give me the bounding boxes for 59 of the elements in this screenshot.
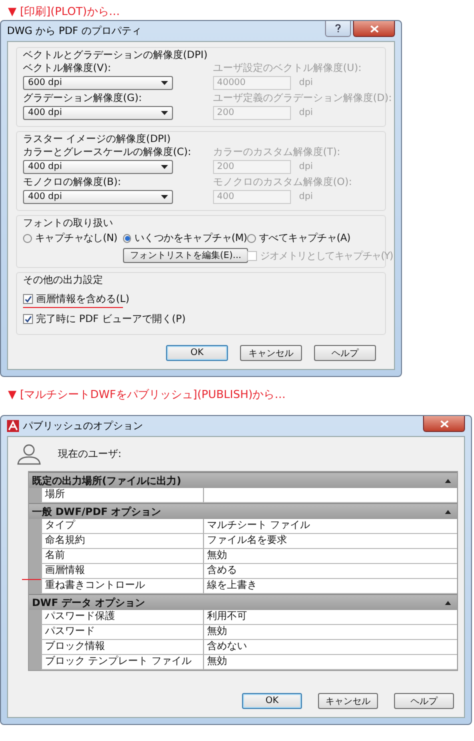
unit-label: dpi	[299, 78, 313, 88]
field-label: カラーとグレースケールの解像度(C):	[23, 147, 192, 159]
category-header[interactable]: 一般 DWF/PDF オプション	[29, 503, 457, 519]
resolution-dropdown[interactable]: 400 dpi	[23, 190, 173, 204]
category-header[interactable]: 既定の出力場所(ファイルに出力)	[29, 472, 457, 488]
property-name: ブロック テンプレート ファイル	[41, 655, 203, 670]
group-title: その他の出力設定	[23, 275, 104, 287]
field-label: ベクトル解像度(V):	[23, 63, 112, 75]
property-value[interactable]: ファイル名を要求	[203, 534, 457, 549]
field-label: モノクロの解像度(B):	[23, 177, 122, 189]
property-value[interactable]: 含めない	[203, 640, 457, 655]
current-user-label: 現在のユーザ:	[58, 448, 122, 461]
window-title: パブリッシュのオプション	[23, 420, 144, 433]
ok-button[interactable]: OK	[242, 693, 302, 709]
checkbox-label: 完了時に PDF ビューアで開く(P)	[36, 312, 186, 326]
edit-font-list-button[interactable]: フォントリストを編集(E)...	[123, 248, 248, 263]
help-button[interactable]: ヘルプ	[394, 693, 454, 709]
unit-label: dpi	[299, 162, 313, 172]
group-title: ラスター イメージの解像度(DPI)	[23, 134, 172, 146]
ok-button[interactable]: OK	[166, 345, 228, 361]
section-caption: ▼ [マルチシートDWFをパブリッシュ](PUBLISH)から…	[7, 387, 287, 403]
property-name: 命名規約	[41, 534, 203, 549]
section-caption: ▼ [印刷](PLOT)から…	[7, 4, 121, 20]
field-label: カラーのカスタム解像度(T):	[213, 147, 342, 159]
property-value[interactable]: 線を上書き	[203, 579, 457, 594]
category-header[interactable]: DWF データ オプション	[29, 594, 457, 610]
resolution-dropdown[interactable]: 400 dpi	[23, 160, 173, 174]
radio-label: キャプチャなし(N)	[35, 232, 118, 245]
checkbox-label: 画層情報を含める(L)	[36, 292, 130, 306]
unit-label: dpi	[299, 192, 313, 202]
property-name: 場所	[41, 488, 203, 503]
resolution-dropdown[interactable]: 400 dpi	[23, 106, 173, 120]
cancel-button[interactable]: キャンセル	[240, 345, 302, 361]
property-value[interactable]: 無効	[203, 625, 457, 640]
property-name: タイプ	[41, 519, 203, 534]
property-value[interactable]: マルチシート ファイル	[203, 519, 457, 534]
field-label: ユーザ定義のグラデーション解像度(D):	[213, 93, 392, 105]
radio-label: すべてキャプチャ(A)	[259, 232, 350, 245]
property-name: 名前	[41, 549, 203, 564]
radio-label: いくつかをキャプチャ(M)	[134, 232, 247, 245]
cancel-button[interactable]: キャンセル	[318, 693, 378, 709]
property-name: ブロック情報	[41, 640, 203, 655]
property-value[interactable]: 利用不可	[203, 610, 457, 625]
window-title: DWG から PDF のプロパティ	[7, 24, 142, 38]
field-label: グラデーション解像度(G):	[23, 93, 143, 105]
group-title: フォントの取り扱い	[23, 218, 114, 230]
checkbox-label: ジオメトリとしてキャプチャ(Y)	[260, 250, 393, 262]
property-name: 重ね書きコントロール	[41, 579, 203, 594]
property-value[interactable]: 無効	[203, 655, 457, 670]
group-title: ベクトルとグラデーションの解像度(DPI)	[23, 50, 208, 62]
property-value[interactable]: 含める	[203, 564, 457, 579]
unit-label: dpi	[299, 108, 313, 118]
property-name: パスワード保護	[41, 610, 203, 625]
help-button[interactable]: ヘルプ	[314, 345, 376, 361]
field-label: モノクロのカスタム解像度(O):	[213, 177, 354, 189]
field-label: ユーザ設定のベクトル解像度(U):	[213, 63, 362, 75]
property-name: パスワード	[41, 625, 203, 640]
resolution-dropdown[interactable]: 600 dpi	[23, 76, 173, 90]
property-value[interactable]: 無効	[203, 549, 457, 564]
